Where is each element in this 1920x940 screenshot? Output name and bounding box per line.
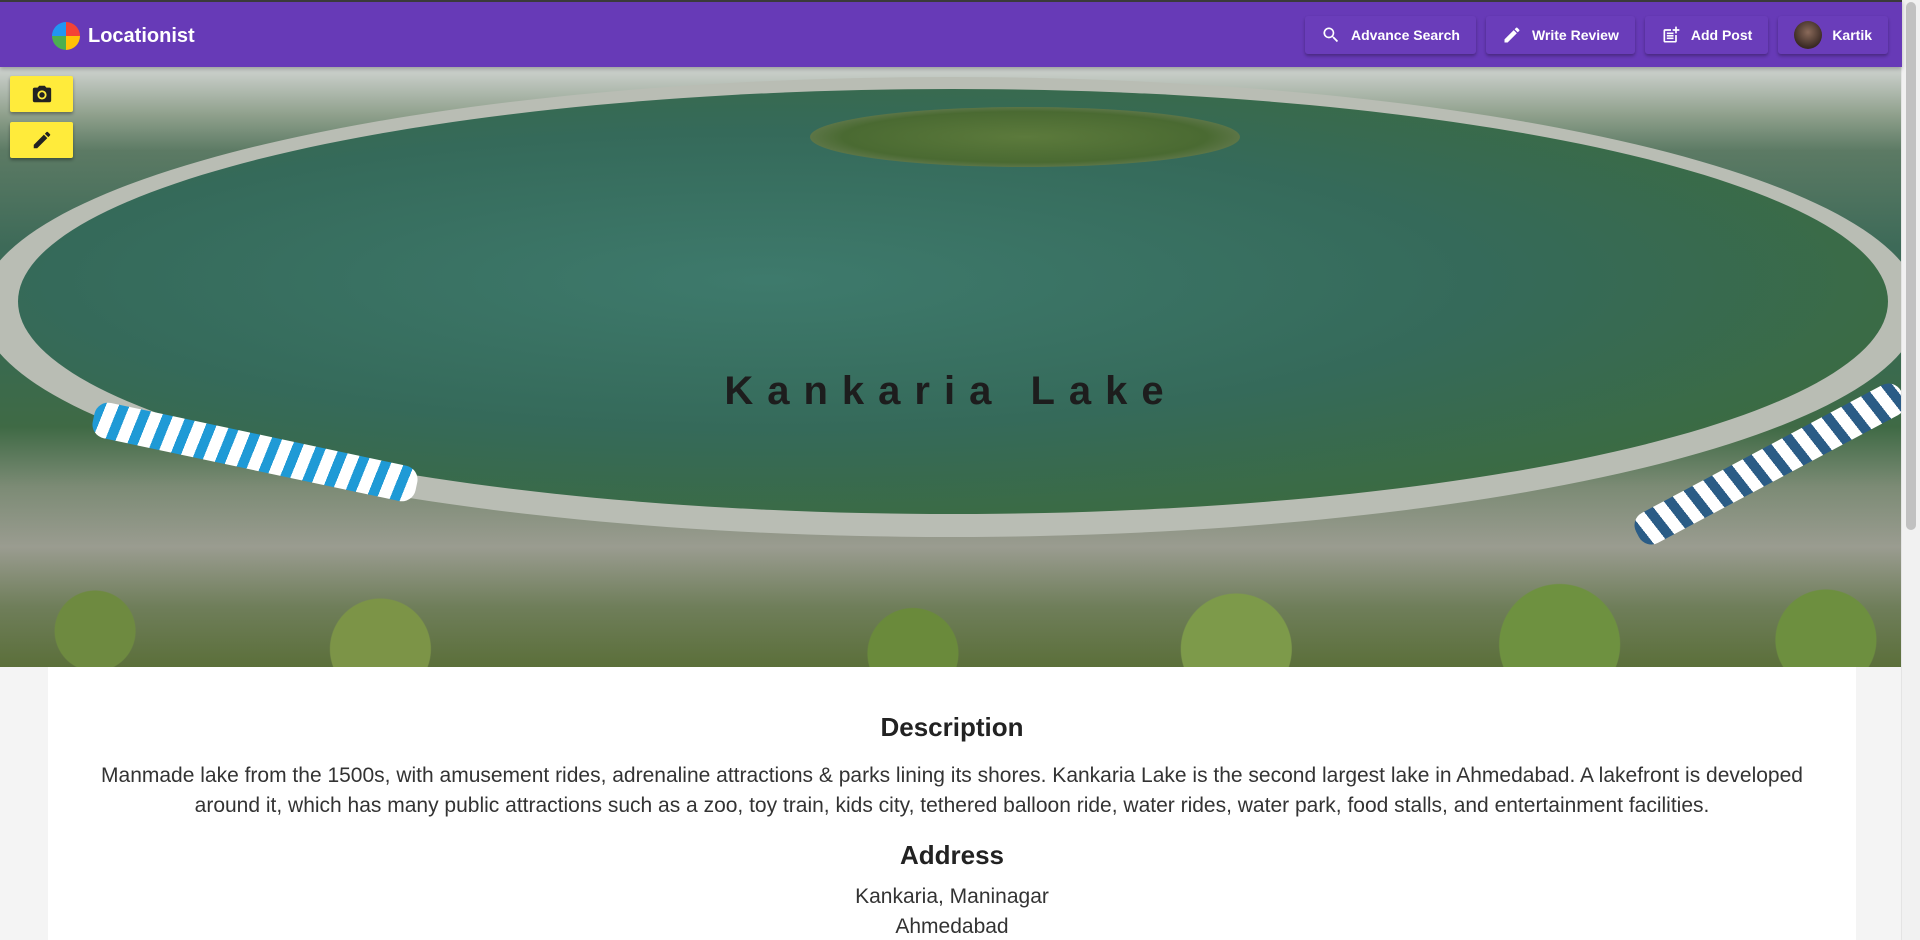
trees-image xyxy=(0,577,1902,667)
add-post-button[interactable]: Add Post xyxy=(1644,16,1769,54)
user-name: Kartik xyxy=(1832,27,1872,43)
write-review-button[interactable]: Write Review xyxy=(1485,16,1635,54)
address-line-1: Kankaria, Maninagar xyxy=(855,885,1049,908)
change-photo-button[interactable] xyxy=(10,76,73,112)
nav-actions: Advance Search Write Review Add Post Kar… xyxy=(1305,16,1888,54)
user-menu-button[interactable]: Kartik xyxy=(1778,16,1888,54)
description-heading: Description xyxy=(880,712,1024,742)
address-line-2: Ahmedabad xyxy=(895,915,1009,938)
globe-logo-icon xyxy=(52,22,80,50)
place-details-card: Description Manmade lake from the 1500s,… xyxy=(48,667,1856,940)
avatar xyxy=(1794,21,1823,49)
search-icon xyxy=(1323,27,1339,43)
post-add-icon xyxy=(1663,26,1680,43)
place-title: Kankaria Lake xyxy=(724,368,1178,413)
description-text: Manmade lake from the 1500s, with amusem… xyxy=(101,764,1803,817)
scrollbar-thumb[interactable] xyxy=(1906,2,1916,530)
brand[interactable]: Locationist xyxy=(52,22,195,50)
pencil-icon xyxy=(33,131,50,149)
camera-icon xyxy=(32,85,51,103)
app-name: Locationist xyxy=(88,24,195,47)
page-scrollbar[interactable] xyxy=(1901,0,1920,940)
advance-search-label: Advance Search xyxy=(1351,27,1460,43)
hero-banner: Kankaria Lake xyxy=(0,67,1902,667)
edit-place-button[interactable] xyxy=(10,122,73,158)
add-post-label: Add Post xyxy=(1690,27,1753,43)
island-image xyxy=(810,107,1240,167)
address-heading: Address xyxy=(899,840,1005,870)
write-review-label: Write Review xyxy=(1531,27,1619,43)
top-app-bar: Locationist Advance Search Write Review … xyxy=(0,0,1902,67)
advance-search-button[interactable]: Advance Search xyxy=(1305,16,1476,54)
pencil-icon xyxy=(1504,27,1520,43)
